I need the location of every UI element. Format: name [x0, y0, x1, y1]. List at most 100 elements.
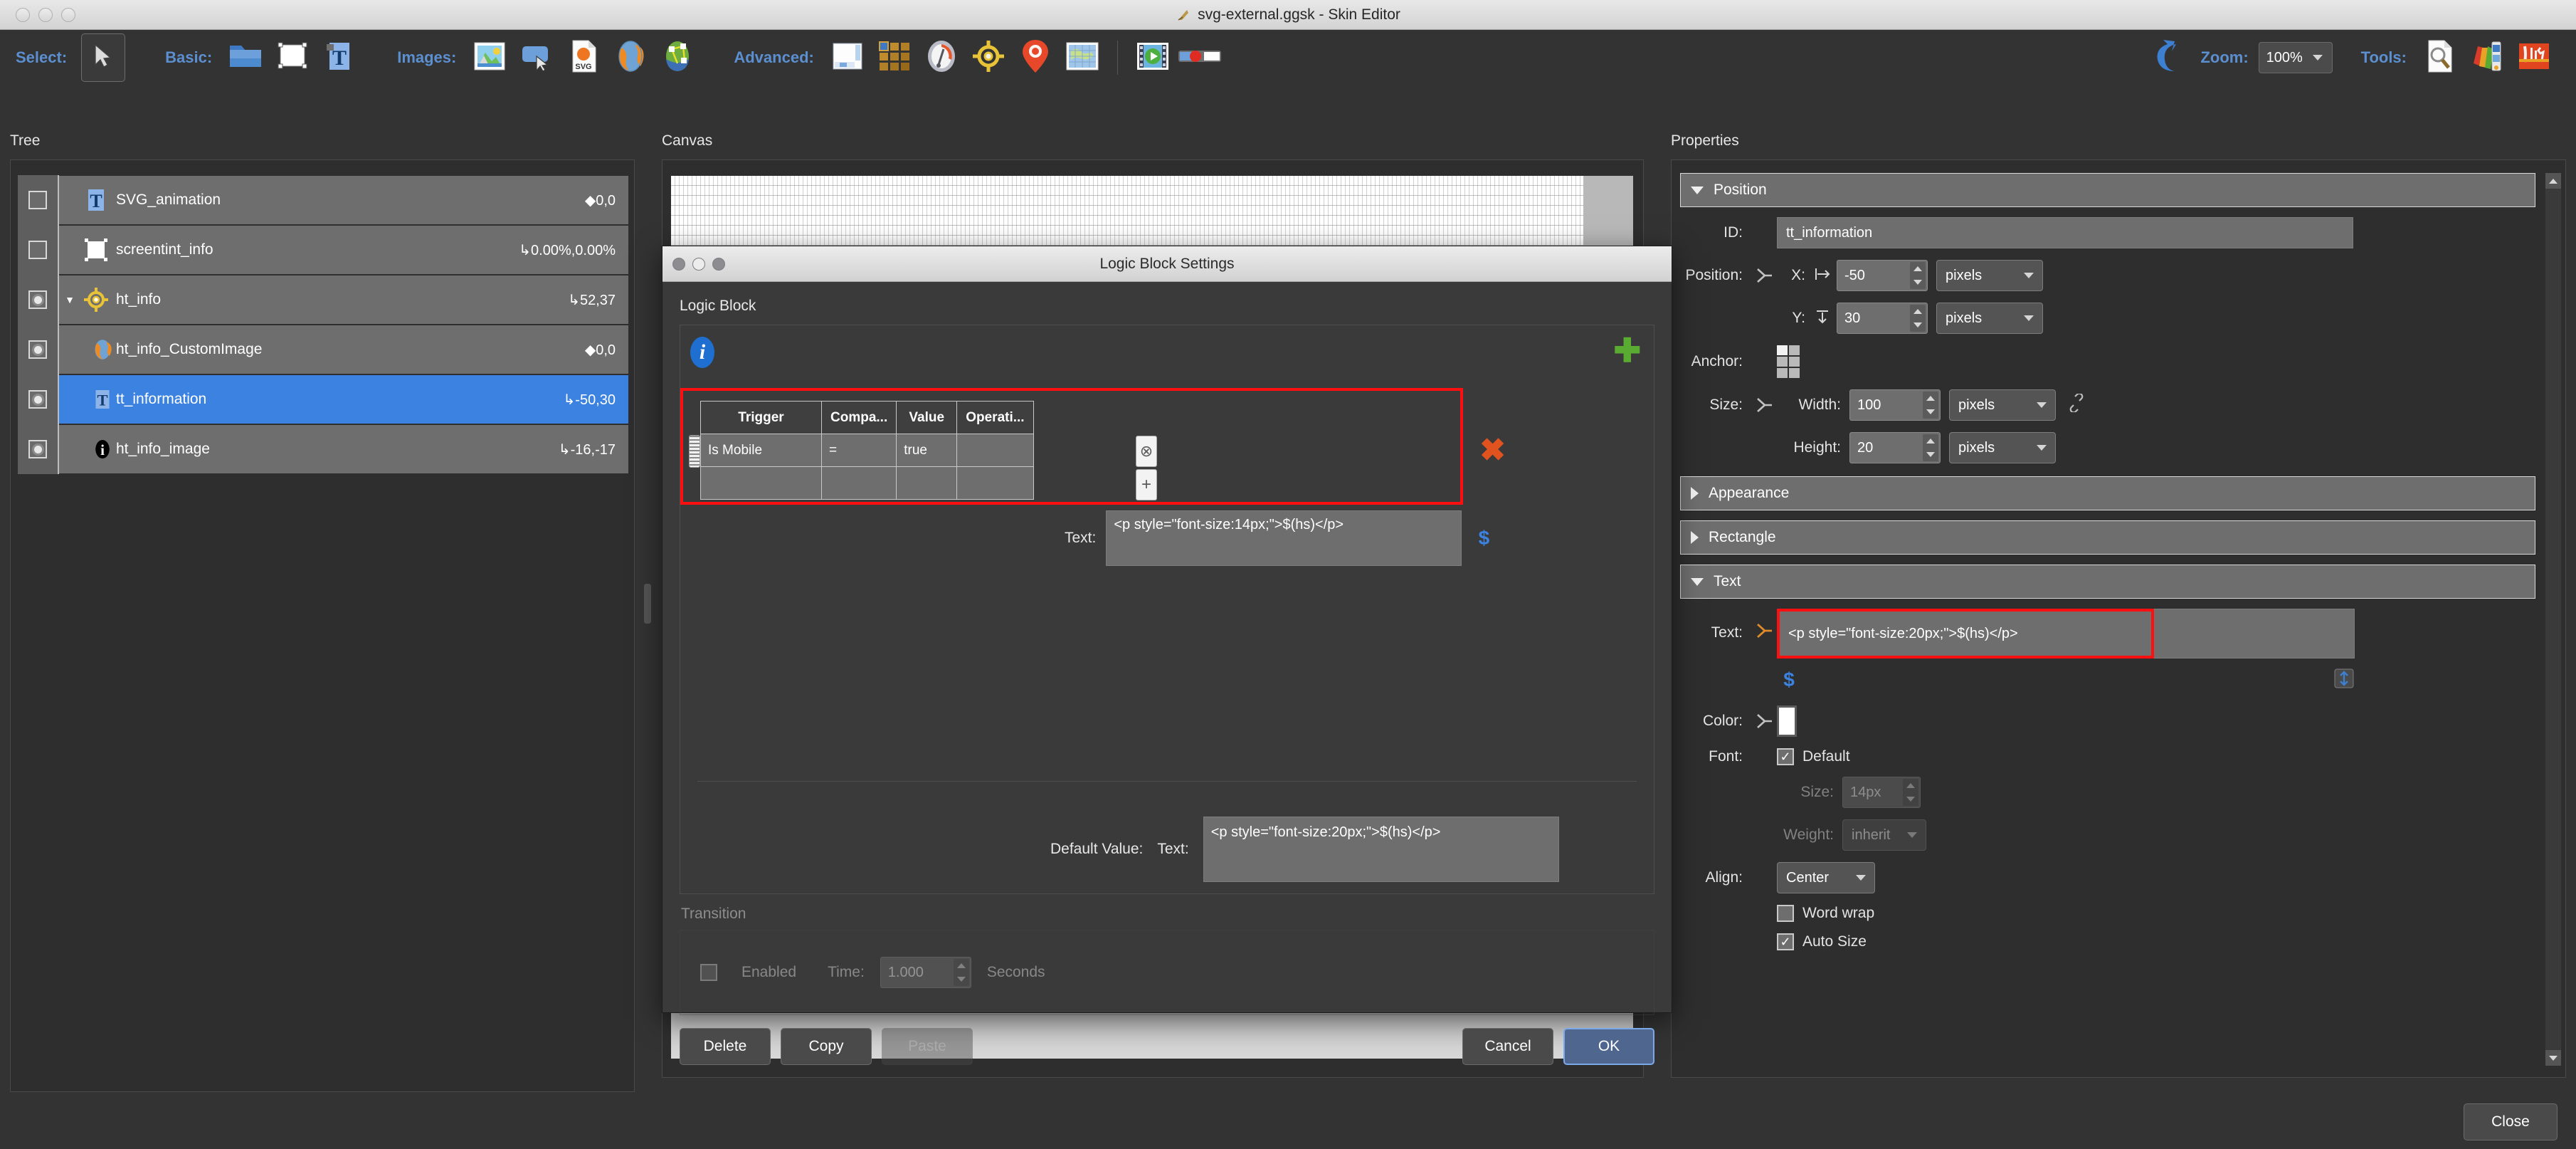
delete-x-icon[interactable]: ✖ — [1479, 432, 1506, 468]
visibility-toggle[interactable] — [18, 225, 59, 275]
visibility-toggle[interactable] — [18, 325, 59, 374]
table-cell-operation[interactable] — [956, 466, 1034, 500]
table-row[interactable] — [700, 466, 1034, 500]
close-button[interactable]: Close — [2464, 1103, 2557, 1140]
visibility-toggle[interactable] — [18, 374, 59, 424]
table-cell-trigger[interactable] — [700, 466, 822, 500]
radar-tool-button[interactable] — [968, 37, 1009, 78]
visibility-toggle[interactable] — [18, 424, 59, 474]
text-color-swatch[interactable] — [1777, 705, 1797, 737]
inspect-tool-button[interactable] — [2419, 37, 2461, 78]
globe-tool-button[interactable] — [610, 37, 651, 78]
image-tool-button[interactable] — [469, 37, 510, 78]
cancel-button[interactable]: Cancel — [1462, 1028, 1553, 1065]
section-header-appearance[interactable]: Appearance — [1680, 476, 2535, 510]
section-header-rectangle[interactable]: Rectangle — [1680, 520, 2535, 555]
expand-editor-icon[interactable] — [2333, 668, 2355, 693]
tree-row-ht_info[interactable]: ▼ ht_info ↳52,37 — [18, 275, 628, 325]
scroll-up-icon[interactable] — [2545, 173, 2561, 189]
table-cell-trigger[interactable]: Is Mobile — [700, 434, 822, 467]
dollar-icon[interactable]: $ — [1777, 666, 1801, 694]
tree-row-SVG_animation[interactable]: T SVG_animation ◆0,0 — [18, 175, 628, 226]
compass-tool-button[interactable] — [921, 37, 962, 78]
font-size-stepper[interactable]: 14px — [1842, 777, 1921, 808]
tree-row-screentint_info[interactable]: screentint_info ↳0.00%,0.00% — [18, 225, 628, 276]
link-aspect-icon[interactable] — [2067, 392, 2086, 417]
plus-icon[interactable]: ✚ — [1613, 334, 1641, 367]
bind-branch-icon[interactable] — [1751, 712, 1777, 730]
table-cell-comparison[interactable]: = — [820, 434, 897, 467]
width-stepper[interactable]: 100 — [1849, 389, 1941, 421]
video-tool-button[interactable] — [1132, 37, 1173, 78]
svg-tool-button[interactable]: SVG — [563, 37, 604, 78]
tree-expander[interactable]: ▼ — [59, 294, 80, 305]
dialog-close-button[interactable] — [672, 257, 685, 271]
default-text-input[interactable]: <p style="font-size:20px;">$(hs)</p> — [1203, 817, 1559, 882]
scroll-down-icon[interactable] — [2545, 1050, 2561, 1066]
container-tool-button[interactable] — [827, 37, 868, 78]
window-controls[interactable] — [16, 8, 75, 22]
table-body[interactable]: Is Mobile = true — [700, 434, 1034, 500]
table-cell-operation[interactable] — [956, 434, 1034, 467]
copy-button[interactable]: Copy — [781, 1028, 872, 1065]
font-weight-select[interactable]: inherit — [1842, 819, 1926, 851]
dialog-maximize-button[interactable] — [712, 257, 725, 271]
slider-tool-button[interactable] — [1178, 37, 1221, 78]
properties-scrollbar[interactable] — [2545, 173, 2561, 1066]
anchor-selector[interactable] — [1777, 345, 1800, 378]
window-minimize-button[interactable] — [38, 8, 53, 22]
info-icon[interactable]: i — [690, 337, 714, 368]
transition-enabled-checkbox[interactable] — [700, 964, 717, 981]
table-cell-comparison[interactable] — [820, 466, 897, 500]
hotspot-tool-button[interactable] — [657, 37, 698, 78]
text-tool-button[interactable]: T — [319, 37, 360, 78]
bind-branch-icon[interactable] — [1751, 396, 1777, 414]
tree-row-ht_info_CustomImage[interactable]: ht_info_CustomImage ◆0,0 — [18, 325, 628, 375]
table-row[interactable]: Is Mobile = true — [700, 434, 1034, 467]
toolbox-tool-button[interactable] — [2513, 37, 2555, 78]
palette-tool-button[interactable] — [2466, 37, 2508, 78]
remove-condition-button[interactable]: ⊗ — [1136, 436, 1157, 467]
pointer-tool-button[interactable] — [81, 33, 126, 82]
dialog-minimize-button[interactable] — [692, 257, 705, 271]
window-close-button[interactable] — [16, 8, 30, 22]
height-stepper[interactable]: 20 — [1849, 432, 1941, 463]
auto-size-checkbox[interactable]: ✓ — [1777, 933, 1794, 950]
thumbnail-grid-tool-button[interactable] — [874, 37, 915, 78]
bind-branch-orange-icon[interactable] — [1751, 621, 1777, 640]
undo-button[interactable] — [2152, 37, 2193, 78]
tree-list[interactable]: T SVG_animation ◆0,0 screentint_info ↳0.00%,… — [18, 175, 628, 475]
visibility-toggle[interactable] — [18, 275, 59, 325]
height-unit-select[interactable]: pixels — [1949, 432, 2056, 463]
id-input[interactable]: tt_information — [1777, 217, 2353, 248]
ok-button[interactable]: OK — [1563, 1028, 1654, 1065]
rectangle-tool-button[interactable] — [272, 37, 313, 78]
x-stepper[interactable]: -50 — [1837, 260, 1928, 291]
section-header-text[interactable]: Text — [1680, 565, 2535, 599]
y-unit-select[interactable]: pixels — [1936, 303, 2043, 334]
table-cell-value[interactable] — [896, 466, 958, 500]
dialog-window-controls[interactable] — [672, 257, 725, 271]
zoom-select[interactable]: 100% — [2258, 42, 2333, 73]
align-select[interactable]: Center — [1777, 862, 1875, 893]
bind-branch-icon[interactable] — [1751, 266, 1777, 285]
section-header-position[interactable]: Position — [1680, 173, 2535, 207]
delete-button[interactable]: Delete — [680, 1028, 771, 1065]
x-unit-select[interactable]: pixels — [1936, 260, 2043, 291]
y-stepper[interactable]: 30 — [1837, 303, 1928, 334]
dollar-icon[interactable]: $ — [1472, 524, 1496, 552]
width-unit-select[interactable]: pixels — [1949, 389, 2056, 421]
button-tool-button[interactable] — [516, 37, 557, 78]
panel-splitter-handle[interactable] — [644, 584, 651, 624]
add-condition-button[interactable]: + — [1136, 469, 1157, 500]
map-pin-tool-button[interactable] — [1015, 37, 1056, 78]
world-map-tool-button[interactable] — [1062, 37, 1103, 78]
font-default-checkbox[interactable]: ✓ — [1777, 748, 1794, 765]
tree-row-tt_information[interactable]: Ttt_information ↳-50,30 — [18, 374, 628, 425]
word-wrap-checkbox[interactable] — [1777, 905, 1794, 922]
row-drag-handle[interactable] — [689, 435, 700, 468]
window-maximize-button[interactable] — [61, 8, 75, 22]
text-value-input[interactable]: <p style="font-size:20px;">$(hs)</p> — [1777, 609, 2154, 659]
tree-row-ht_info_image[interactable]: i ht_info_image ↳-16,-17 — [18, 424, 628, 475]
table-cell-value[interactable]: true — [896, 434, 958, 467]
